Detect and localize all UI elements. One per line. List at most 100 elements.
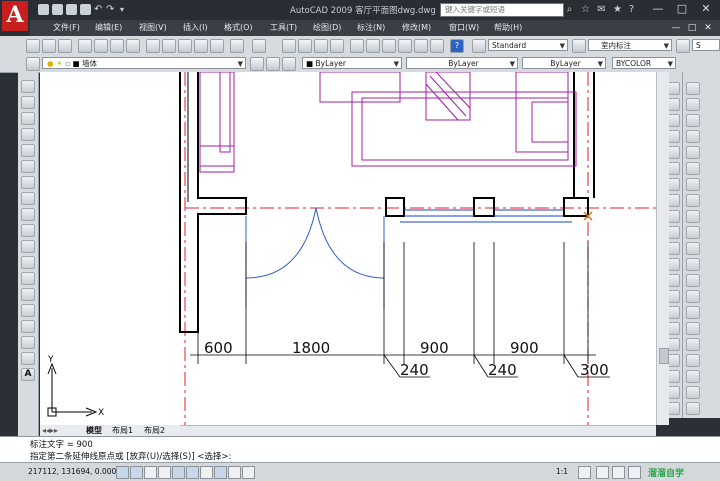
quickcalc-icon[interactable] <box>430 39 444 53</box>
arc-icon[interactable] <box>21 160 35 173</box>
grid-display-icon[interactable] <box>130 466 143 479</box>
zoom-previous-icon[interactable] <box>330 39 344 53</box>
redo-icon[interactable]: ↷ <box>106 4 117 15</box>
snap-mode-icon[interactable] <box>116 466 129 479</box>
copy-icon[interactable] <box>162 39 176 53</box>
favorites-icon[interactable]: ★ <box>612 4 623 15</box>
search-input[interactable]: 键入关键字或短语 <box>440 3 564 17</box>
dynamic-input-icon[interactable] <box>214 466 227 479</box>
circle-icon[interactable] <box>21 176 35 189</box>
doc-restore-button[interactable]: □ <box>686 22 698 34</box>
menu-help[interactable]: 帮助(H) <box>494 22 522 33</box>
tab-layout2[interactable]: 布局2 <box>144 425 165 436</box>
gradient-icon[interactable] <box>21 320 35 333</box>
doc-minimize-button[interactable]: — <box>670 22 682 34</box>
point-icon[interactable] <box>21 288 35 301</box>
print-icon[interactable] <box>80 4 91 15</box>
subscription-icon[interactable]: ☆ <box>580 4 591 15</box>
lineweight-dropdown[interactable]: ByLayer ▼ <box>522 57 606 69</box>
new-icon[interactable] <box>38 4 49 15</box>
pan-icon[interactable] <box>282 39 296 53</box>
object-snap-icon[interactable] <box>172 466 185 479</box>
publish-icon[interactable] <box>110 39 124 53</box>
tool-palettes-icon[interactable] <box>382 39 396 53</box>
lineweight-toggle-icon[interactable] <box>228 466 241 479</box>
polar-tracking-icon[interactable] <box>158 466 171 479</box>
chamfer-icon[interactable] <box>686 306 700 319</box>
communication-icon[interactable]: ✉ <box>596 4 607 15</box>
rectangle-icon[interactable] <box>21 144 35 157</box>
menu-modify[interactable]: 修改(M) <box>402 22 431 33</box>
make-block-icon[interactable] <box>21 272 35 285</box>
menu-view[interactable]: 视图(V) <box>139 22 167 33</box>
revcloud-icon[interactable] <box>21 192 35 205</box>
scale-icon[interactable] <box>686 194 700 207</box>
cut-icon[interactable] <box>146 39 160 53</box>
extend-icon[interactable] <box>686 242 700 255</box>
table-style-icon[interactable] <box>676 39 690 53</box>
clean-screen-icon[interactable] <box>628 466 641 479</box>
doc-close-button[interactable]: ✕ <box>702 22 714 34</box>
save-icon[interactable] <box>66 4 77 15</box>
layer-dropdown[interactable]: ● ☀ ▫ ■ 墙体 ▼ <box>42 57 246 69</box>
close-button[interactable]: ✕ <box>694 1 718 17</box>
workspace-icon[interactable] <box>596 466 609 479</box>
dim-style-dropdown[interactable]: 室内标注 ▼ <box>588 39 672 51</box>
match-properties-icon[interactable] <box>194 39 208 53</box>
autocad-logo[interactable]: A <box>2 1 28 31</box>
help-tool-icon[interactable]: ? <box>450 39 464 53</box>
menu-dimension[interactable]: 标注(N) <box>357 22 385 33</box>
tab-model[interactable]: 模型 <box>86 425 102 436</box>
vertical-scrollbar[interactable] <box>656 72 669 425</box>
polyline-icon[interactable] <box>21 112 35 125</box>
menu-insert[interactable]: 插入(I) <box>183 22 208 33</box>
drawing-canvas[interactable]: 600 1800 900 900 240 240 300 Y X <box>40 72 656 425</box>
hatch-edit-icon[interactable] <box>686 386 700 399</box>
menu-tools[interactable]: 工具(T) <box>270 22 297 33</box>
lock-icon[interactable] <box>612 466 625 479</box>
markup-icon[interactable] <box>414 39 428 53</box>
erase-icon[interactable] <box>686 82 700 95</box>
stretch-icon[interactable] <box>686 210 700 223</box>
annotation-scale[interactable]: 1:1 <box>556 467 568 476</box>
fillet-icon[interactable] <box>686 322 700 335</box>
hatch-icon[interactable] <box>21 304 35 317</box>
annotation-visibility-icon[interactable] <box>578 466 591 479</box>
polygon-icon[interactable] <box>21 128 35 141</box>
plot-preview-icon[interactable] <box>94 39 108 53</box>
quick-properties-icon[interactable] <box>242 466 255 479</box>
tab-nav-icon[interactable]: ◂◂▸▸ <box>42 425 58 436</box>
undo-tool-icon[interactable] <box>230 39 244 53</box>
undo-icon[interactable]: ↶ <box>94 4 105 15</box>
search-icon[interactable]: ⌕ <box>564 4 575 15</box>
design-center-icon[interactable] <box>366 39 380 53</box>
linetype-dropdown[interactable]: ByLayer ▼ <box>406 57 518 69</box>
line-icon[interactable] <box>21 80 35 93</box>
block-editor-icon[interactable] <box>210 39 224 53</box>
pedit-icon[interactable] <box>686 402 700 415</box>
construction-line-icon[interactable] <box>21 96 35 109</box>
region-icon[interactable] <box>21 336 35 349</box>
dynamic-ucs-icon[interactable] <box>200 466 213 479</box>
dim-style-icon[interactable] <box>572 39 586 53</box>
draw-order-icon[interactable] <box>686 354 700 367</box>
menu-draw[interactable]: 绘图(D) <box>313 22 341 33</box>
tab-layout1[interactable]: 布局1 <box>112 425 133 436</box>
menu-format[interactable]: 格式(O) <box>224 22 253 33</box>
break-at-point-icon[interactable] <box>686 258 700 271</box>
sheet-set-icon[interactable] <box>398 39 412 53</box>
help-icon[interactable]: ? <box>626 4 637 15</box>
rotate-icon[interactable] <box>686 178 700 191</box>
copy-object-icon[interactable] <box>686 98 700 111</box>
properties-icon[interactable] <box>350 39 364 53</box>
break-icon[interactable] <box>686 274 700 287</box>
open-file-icon[interactable] <box>42 39 56 53</box>
text-edit-icon[interactable] <box>686 370 700 383</box>
menu-window[interactable]: 窗口(W) <box>449 22 479 33</box>
mirror-icon[interactable] <box>686 114 700 127</box>
vertical-scroll-thumb[interactable] <box>659 348 669 364</box>
qnew-icon[interactable] <box>26 39 40 53</box>
command-window[interactable]: 标注文字 = 900 指定第二条延伸线原点或 [放弃(U)/选择(S)] <选择… <box>0 436 720 463</box>
plot-icon[interactable] <box>78 39 92 53</box>
explode-icon[interactable] <box>686 338 700 351</box>
